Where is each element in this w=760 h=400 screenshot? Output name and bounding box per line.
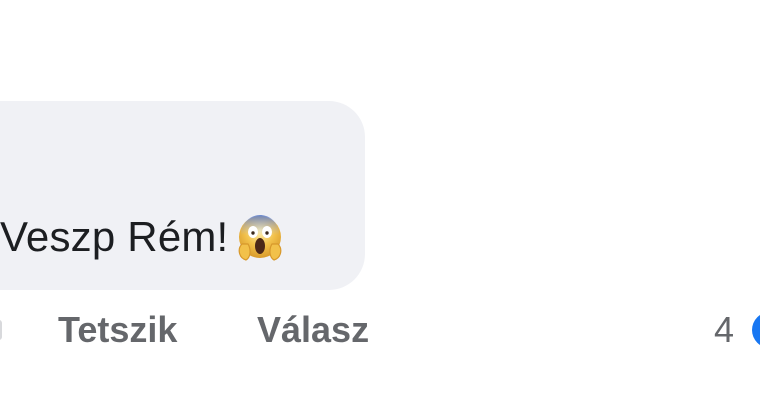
comment-text-line: Veszp Rém! xyxy=(0,211,286,263)
reaction-count[interactable]: 4 xyxy=(714,308,734,352)
comment-text: Veszp Rém! xyxy=(0,213,229,260)
like-reaction-icon xyxy=(752,312,760,348)
comment-thread: Veszp Rém! Tetszik Válasz 4 xyxy=(0,0,760,400)
reply-button-label: Válasz xyxy=(257,309,370,350)
like-button[interactable]: Tetszik xyxy=(58,308,177,352)
like-button-label: Tetszik xyxy=(58,309,178,350)
reply-button[interactable]: Válasz xyxy=(257,308,369,352)
face-screaming-in-fear-icon xyxy=(234,211,286,263)
left-edge-marker xyxy=(0,320,2,340)
reaction-count-value: 4 xyxy=(714,309,735,350)
